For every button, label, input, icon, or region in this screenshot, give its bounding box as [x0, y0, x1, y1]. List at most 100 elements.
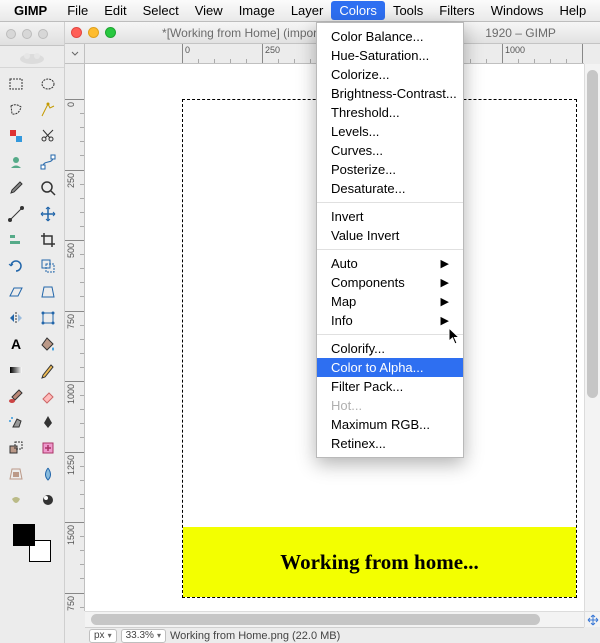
- toolbox-close-icon[interactable]: [6, 29, 16, 39]
- bucket-fill-icon[interactable]: [34, 332, 62, 356]
- eraser-icon[interactable]: [34, 384, 62, 408]
- menu-tools[interactable]: Tools: [385, 1, 431, 20]
- menu-file[interactable]: File: [59, 1, 96, 20]
- menu-layer[interactable]: Layer: [283, 1, 332, 20]
- scissors-select-icon[interactable]: [34, 124, 62, 148]
- airbrush-icon[interactable]: [2, 410, 30, 434]
- dodge-burn-icon[interactable]: [34, 488, 62, 512]
- menu-item-components[interactable]: Components▶: [317, 273, 463, 292]
- horizontal-scrollbar[interactable]: [85, 611, 584, 627]
- menu-item-label: Components: [331, 275, 405, 290]
- shear-icon[interactable]: [2, 280, 30, 304]
- menu-item-colorize[interactable]: Colorize...: [317, 65, 463, 84]
- menu-image[interactable]: Image: [231, 1, 283, 20]
- rotate-icon[interactable]: [2, 254, 30, 278]
- close-button[interactable]: [71, 27, 82, 38]
- pencil-icon[interactable]: [34, 358, 62, 382]
- chevron-right-icon: ▶: [441, 257, 449, 270]
- scrollbar-thumb[interactable]: [91, 614, 540, 625]
- ruler-origin[interactable]: [65, 44, 85, 64]
- foreground-select-icon[interactable]: [2, 150, 30, 174]
- menu-item-label: Filter Pack...: [331, 379, 403, 394]
- menu-item-curves[interactable]: Curves...: [317, 141, 463, 160]
- gimp-logo-icon: [0, 46, 64, 68]
- menu-item-invert[interactable]: Invert: [317, 207, 463, 226]
- menu-item-posterize[interactable]: Posterize...: [317, 160, 463, 179]
- menu-item-hue-saturation[interactable]: Hue-Saturation...: [317, 46, 463, 65]
- menu-item-value-invert[interactable]: Value Invert: [317, 226, 463, 245]
- vertical-scrollbar[interactable]: [584, 64, 600, 611]
- menu-item-label: Maximum RGB...: [331, 417, 430, 432]
- menu-item-label: Colorify...: [331, 341, 385, 356]
- unit-selector[interactable]: px▾: [89, 629, 117, 643]
- menu-item-desaturate[interactable]: Desaturate...: [317, 179, 463, 198]
- rect-select-icon[interactable]: [2, 72, 30, 96]
- status-file-label: Working from Home.png (22.0 MB): [170, 630, 340, 642]
- smudge-icon[interactable]: [2, 488, 30, 512]
- perspective-clone-icon[interactable]: [2, 462, 30, 486]
- menu-select[interactable]: Select: [135, 1, 187, 20]
- menu-item-map[interactable]: Map▶: [317, 292, 463, 311]
- cage-icon[interactable]: [34, 306, 62, 330]
- menu-item-levels[interactable]: Levels...: [317, 122, 463, 141]
- clone-icon[interactable]: [2, 436, 30, 460]
- menu-view[interactable]: View: [187, 1, 231, 20]
- blur-icon[interactable]: [34, 462, 62, 486]
- menu-item-label: Retinex...: [331, 436, 386, 451]
- scrollbar-thumb[interactable]: [587, 70, 598, 398]
- menu-item-threshold[interactable]: Threshold...: [317, 103, 463, 122]
- text-icon[interactable]: A: [2, 332, 30, 356]
- menu-item-color-balance[interactable]: Color Balance...: [317, 27, 463, 46]
- menu-help[interactable]: Help: [551, 1, 594, 20]
- menu-item-info[interactable]: Info▶: [317, 311, 463, 330]
- blend-icon[interactable]: [2, 358, 30, 382]
- menu-item-label: Levels...: [331, 124, 379, 139]
- heal-icon[interactable]: [34, 436, 62, 460]
- ink-icon[interactable]: [34, 410, 62, 434]
- tool-grid: A: [0, 68, 64, 516]
- menu-colors[interactable]: Colors: [331, 1, 385, 20]
- toolbox-max-icon[interactable]: [38, 29, 48, 39]
- svg-text:A: A: [11, 336, 21, 352]
- scale-icon[interactable]: [34, 254, 62, 278]
- ellipse-select-icon[interactable]: [34, 72, 62, 96]
- align-icon[interactable]: [2, 228, 30, 252]
- menu-filters[interactable]: Filters: [431, 1, 482, 20]
- menu-item-label: Hue-Saturation...: [331, 48, 429, 63]
- colors-menu-dropdown: Color Balance... Hue-Saturation... Coloriz…: [316, 22, 464, 458]
- menu-item-label: Value Invert: [331, 228, 399, 243]
- zoom-selector[interactable]: 33.3%▾: [121, 629, 166, 643]
- menu-item-auto[interactable]: Auto▶: [317, 254, 463, 273]
- menu-windows[interactable]: Windows: [483, 1, 552, 20]
- toolbox-min-icon[interactable]: [22, 29, 32, 39]
- paths-icon[interactable]: [34, 150, 62, 174]
- by-color-select-icon[interactable]: [2, 124, 30, 148]
- perspective-icon[interactable]: [34, 280, 62, 304]
- zoom-button[interactable]: [105, 27, 116, 38]
- menu-item-label: Colorize...: [331, 67, 390, 82]
- menu-item-color-to-alpha[interactable]: Color to Alpha...: [317, 358, 463, 377]
- menu-edit[interactable]: Edit: [96, 1, 134, 20]
- menu-item-maximum-rgb[interactable]: Maximum RGB...: [317, 415, 463, 434]
- minimize-button[interactable]: [88, 27, 99, 38]
- crop-icon[interactable]: [34, 228, 62, 252]
- app-name: GIMP: [6, 1, 55, 20]
- navigation-preview-button[interactable]: [584, 611, 600, 627]
- flip-icon[interactable]: [2, 306, 30, 330]
- menu-item-colorify[interactable]: Colorify...: [317, 339, 463, 358]
- color-swatches[interactable]: [13, 524, 51, 562]
- menu-item-label: Info: [331, 313, 353, 328]
- menu-item-filter-pack[interactable]: Filter Pack...: [317, 377, 463, 396]
- menu-item-label: Color to Alpha...: [331, 360, 424, 375]
- vertical-ruler[interactable]: 02505007501000125015001750: [65, 64, 85, 611]
- fg-color-swatch[interactable]: [13, 524, 35, 546]
- menu-item-retinex[interactable]: Retinex...: [317, 434, 463, 453]
- paintbrush-icon[interactable]: [2, 384, 30, 408]
- menu-item-brightness-contrast[interactable]: Brightness-Contrast...: [317, 84, 463, 103]
- move-icon[interactable]: [34, 202, 62, 226]
- free-select-icon[interactable]: [2, 98, 30, 122]
- color-picker-icon[interactable]: [2, 176, 30, 200]
- measure-icon[interactable]: [2, 202, 30, 226]
- zoom-icon[interactable]: [34, 176, 62, 200]
- fuzzy-select-icon[interactable]: [34, 98, 62, 122]
